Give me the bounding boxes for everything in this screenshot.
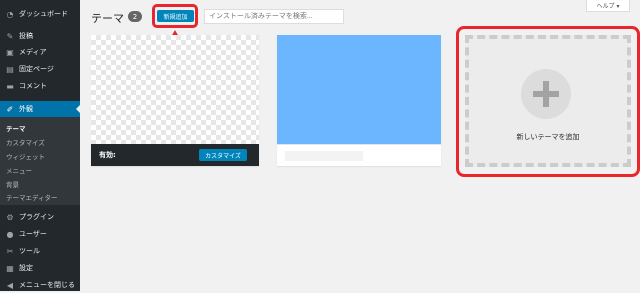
brush-icon: ✐ xyxy=(6,104,14,114)
highlight-box-add-new xyxy=(152,4,198,28)
theme-count-badge: 2 xyxy=(128,11,142,22)
sidebar-item-label: 外観 xyxy=(19,105,33,113)
comment-icon: ▬ xyxy=(6,81,14,91)
wrench-icon: ✂ xyxy=(6,246,14,256)
sidebar-item-label: メディア xyxy=(19,48,47,56)
active-theme-bar: 有効: カスタマイズ xyxy=(91,144,259,166)
sidebar-item-label: 投稿 xyxy=(19,32,33,40)
sidebar-item-settings[interactable]: ▦ 設定 xyxy=(0,260,80,276)
admin-sidebar: ◔ ダッシュボード ✎ 投稿 ▣ メディア ▤ 固定ページ ▬ コメント ✐ 外… xyxy=(0,0,80,291)
theme-screenshot-placeholder[interactable] xyxy=(91,35,259,144)
sidebar-item-label: プラグイン xyxy=(19,213,54,221)
theme-search-input[interactable] xyxy=(204,9,344,24)
settings-icon: ▦ xyxy=(6,263,14,273)
appearance-submenu: テーマ カスタマイズ ウィジェット メニュー 背景 テーマエディター xyxy=(0,117,80,205)
active-label: 有効: xyxy=(99,151,116,159)
pin-icon: ✎ xyxy=(6,31,14,41)
media-icon: ▣ xyxy=(6,47,14,57)
theme-card[interactable] xyxy=(277,35,441,166)
plus-icon-vertical xyxy=(543,81,549,107)
current-arrow xyxy=(76,105,80,113)
sidebar-item-tools[interactable]: ✂ ツール xyxy=(0,243,80,259)
submenu-customize[interactable]: カスタマイズ xyxy=(6,137,45,147)
sidebar-item-media[interactable]: ▣ メディア xyxy=(0,44,80,60)
page-title: テーマ xyxy=(91,12,124,25)
submenu-menus[interactable]: メニュー xyxy=(6,165,32,175)
submenu-widgets[interactable]: ウィジェット xyxy=(6,151,45,161)
plugin-icon: ⚙ xyxy=(6,212,14,222)
theme-screenshot[interactable] xyxy=(277,35,441,144)
sidebar-item-label: コメント xyxy=(19,82,47,90)
submenu-themes[interactable]: テーマ xyxy=(6,123,26,133)
sidebar-item-pages[interactable]: ▤ 固定ページ xyxy=(0,61,80,77)
page-icon: ▤ xyxy=(6,64,14,74)
sidebar-item-label: ダッシュボード xyxy=(19,10,68,18)
theme-name-bar xyxy=(277,144,441,166)
submenu-background[interactable]: 背景 xyxy=(6,179,19,189)
sidebar-item-posts[interactable]: ✎ 投稿 xyxy=(0,28,80,44)
help-tab-button[interactable]: ヘルプ ▾ xyxy=(586,0,630,12)
collapse-icon: ◀ xyxy=(6,280,14,290)
submenu-theme-editor[interactable]: テーマエディター xyxy=(6,192,58,202)
dashboard-icon: ◔ xyxy=(6,9,14,19)
sidebar-item-dashboard[interactable]: ◔ ダッシュボード xyxy=(0,6,80,22)
sidebar-item-appearance[interactable]: ✐ 外観 xyxy=(0,101,80,117)
theme-card-active[interactable]: 有効: カスタマイズ xyxy=(91,35,259,166)
sidebar-item-users[interactable]: ● ユーザー xyxy=(0,226,80,242)
user-icon: ● xyxy=(6,229,14,239)
sidebar-item-label: ツール xyxy=(19,247,40,255)
add-new-theme-label: 新しいテーマを追加 xyxy=(516,133,580,141)
sidebar-item-label: 設定 xyxy=(19,264,33,272)
customize-button[interactable]: カスタマイズ xyxy=(199,149,247,161)
sidebar-item-label: メニューを閉じる xyxy=(19,281,75,289)
sidebar-item-label: ユーザー xyxy=(19,230,47,238)
sidebar-item-label: 固定ページ xyxy=(19,65,54,73)
sidebar-item-comments[interactable]: ▬ コメント xyxy=(0,78,80,94)
sidebar-item-plugins[interactable]: ⚙ プラグイン xyxy=(0,209,80,225)
theme-name-placeholder xyxy=(285,151,363,161)
